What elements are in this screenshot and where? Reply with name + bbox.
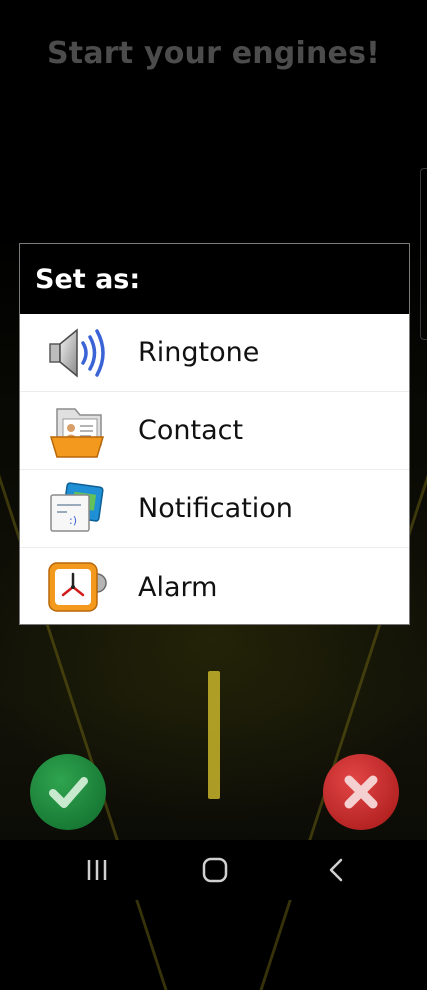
back-button[interactable]	[314, 854, 358, 886]
set-as-dialog: Set as: Ringtone Contact:) Notification…	[19, 243, 410, 625]
cancel-button[interactable]	[323, 754, 399, 830]
option-label: Alarm	[138, 571, 218, 603]
option-notification[interactable]: :) Notification	[20, 470, 409, 548]
back-icon	[329, 858, 343, 882]
side-scroll-handle[interactable]	[420, 168, 427, 340]
alarm-clock-icon	[47, 557, 109, 617]
speaker-volume-icon	[47, 323, 109, 383]
option-label: Ringtone	[138, 337, 260, 368]
option-alarm[interactable]: Alarm	[20, 548, 409, 626]
system-navigation-bar	[0, 840, 427, 900]
contact-card-folder-icon	[47, 401, 109, 461]
confirm-button[interactable]	[30, 754, 106, 830]
home-icon	[202, 857, 228, 883]
home-button[interactable]	[193, 854, 237, 886]
option-label: Contact	[138, 415, 244, 446]
option-label: Notification	[138, 493, 293, 524]
recents-icon	[87, 860, 107, 880]
lane-line	[208, 671, 220, 799]
recents-button[interactable]	[75, 854, 119, 886]
svg-text::): :)	[69, 514, 77, 527]
option-ringtone[interactable]: Ringtone	[20, 314, 409, 392]
checkmark-icon	[49, 777, 88, 808]
close-x-icon	[344, 775, 378, 809]
option-contact[interactable]: Contact	[20, 392, 409, 470]
dialog-title: Set as:	[20, 244, 409, 314]
message-envelope-icon: :)	[47, 479, 109, 539]
headline: Start your engines!	[46, 36, 381, 71]
